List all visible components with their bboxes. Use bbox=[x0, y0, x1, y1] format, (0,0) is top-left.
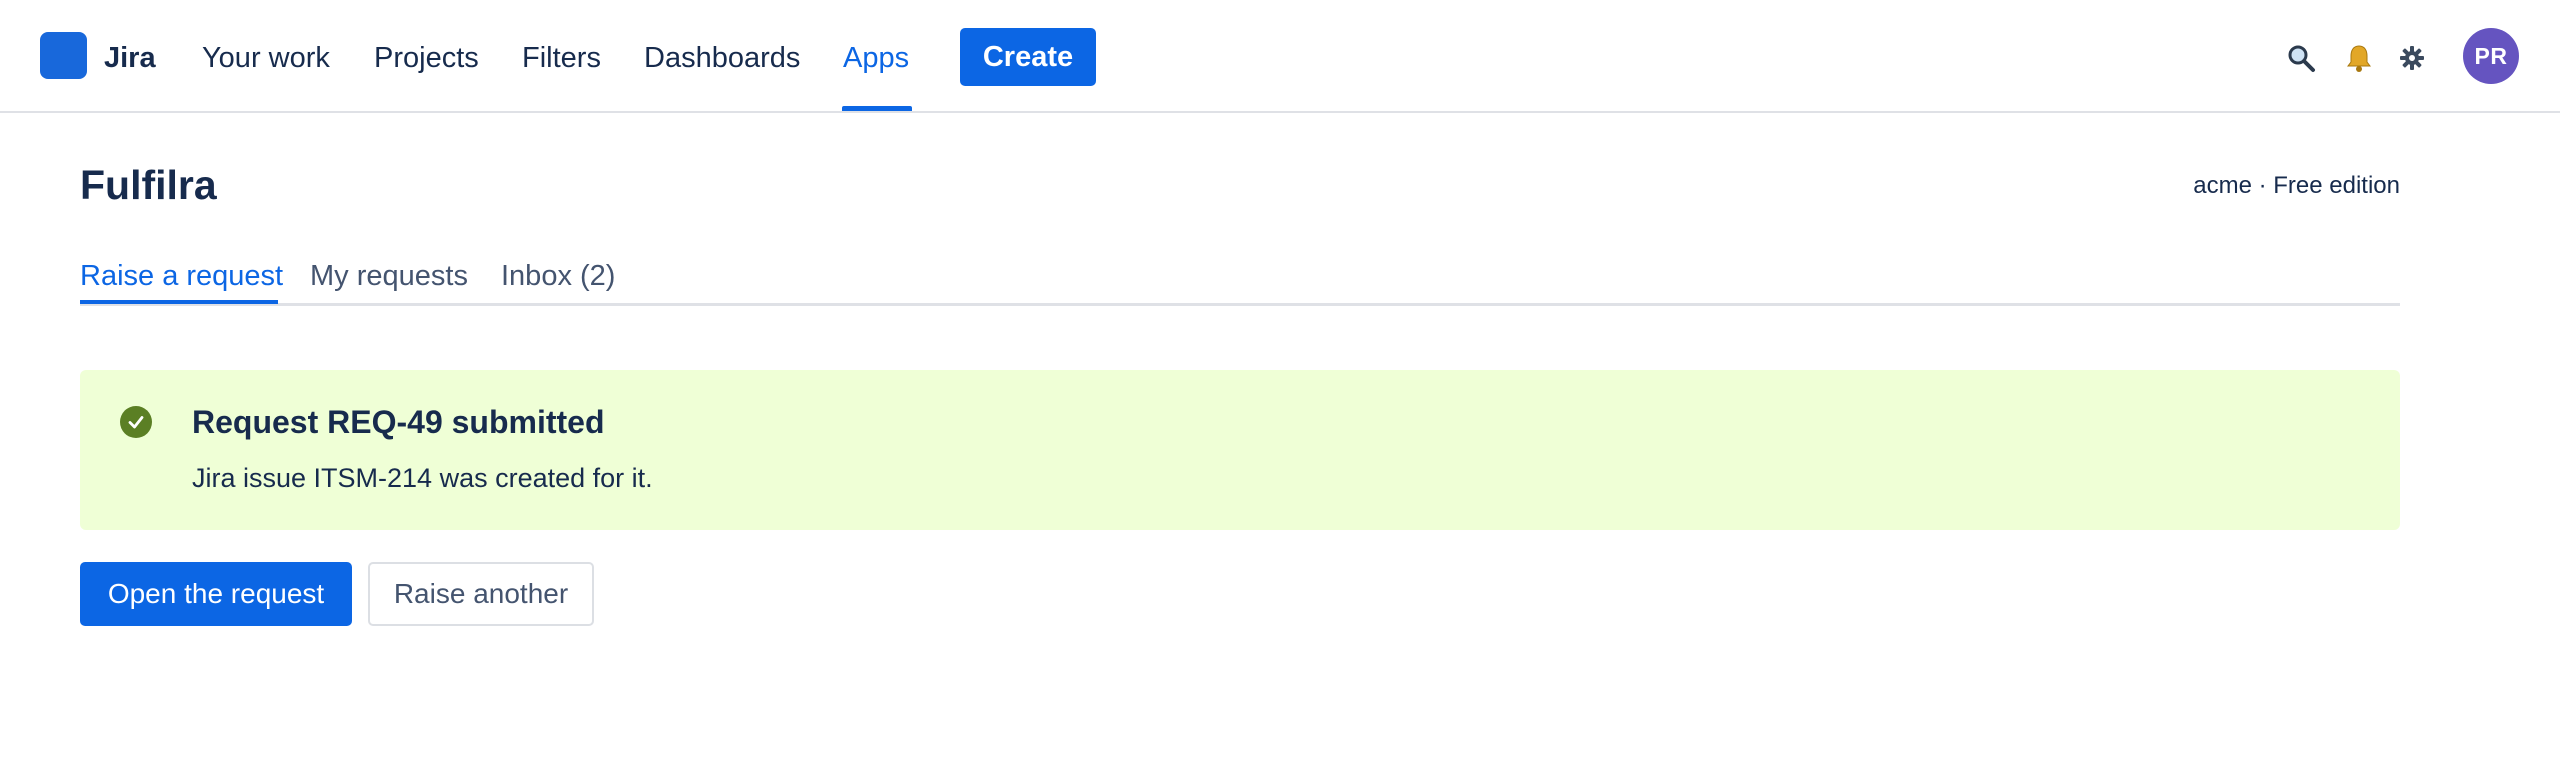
nav-item-your-work[interactable]: Your work bbox=[202, 38, 330, 78]
nav-active-indicator bbox=[842, 106, 912, 111]
success-banner: Request REQ-49 submitted Jira issue ITSM… bbox=[80, 370, 2400, 530]
nav-item-filters[interactable]: Filters bbox=[522, 38, 601, 78]
tab-active-indicator bbox=[80, 300, 278, 304]
page-title: Fulfilra bbox=[80, 162, 217, 208]
nav-item-projects[interactable]: Projects bbox=[374, 38, 479, 78]
bell-icon[interactable] bbox=[2339, 38, 2379, 78]
banner-message: Jira issue ITSM-214 was created for it. bbox=[192, 463, 653, 493]
nav-item-apps[interactable]: Apps bbox=[843, 38, 909, 78]
search-icon[interactable] bbox=[2281, 38, 2321, 78]
brand-name[interactable]: Jira bbox=[104, 38, 156, 78]
request-tabs: Raise a request My requests Inbox (2) bbox=[80, 248, 2400, 306]
tab-my-requests[interactable]: My requests bbox=[310, 256, 468, 296]
top-navigation: Jira Your work Projects Filters Dashboar… bbox=[0, 0, 2560, 113]
site-edition-label: acme · Free edition bbox=[2193, 172, 2400, 199]
tab-inbox[interactable]: Inbox (2) bbox=[501, 256, 615, 296]
tab-raise-a-request[interactable]: Raise a request bbox=[80, 256, 283, 296]
open-request-button[interactable]: Open the request bbox=[80, 562, 352, 626]
check-circle-icon bbox=[120, 406, 152, 438]
gear-icon[interactable] bbox=[2392, 38, 2432, 78]
create-button[interactable]: Create bbox=[960, 28, 1096, 86]
user-avatar[interactable]: PR bbox=[2463, 28, 2519, 84]
raise-another-button[interactable]: Raise another bbox=[368, 562, 594, 626]
jira-logo-icon[interactable] bbox=[40, 32, 87, 79]
nav-item-dashboards[interactable]: Dashboards bbox=[644, 38, 800, 78]
banner-title: Request REQ-49 submitted bbox=[192, 404, 605, 440]
